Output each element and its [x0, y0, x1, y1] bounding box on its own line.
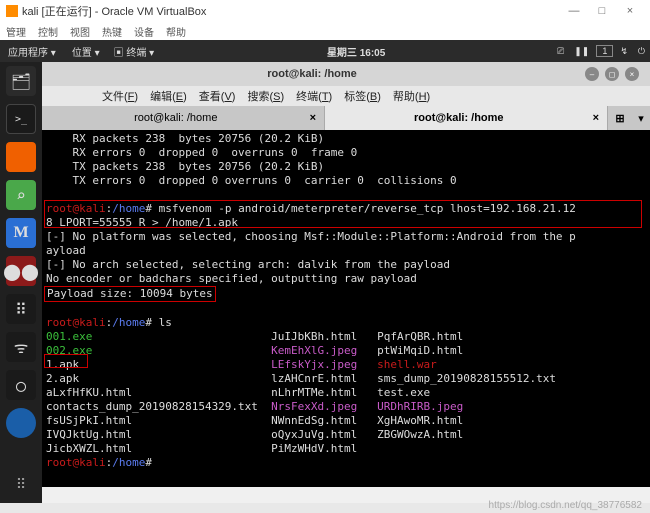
vbox-min-button[interactable]: — — [560, 5, 588, 17]
vbox-icon — [6, 5, 18, 17]
wireless-icon[interactable]: ᯤ — [6, 332, 36, 362]
tray-icon-2[interactable]: ❚❚ — [570, 46, 593, 57]
terminal-tab-0[interactable]: root@kali: /home× — [42, 106, 325, 130]
workspace-indicator[interactable]: 1 — [596, 45, 613, 57]
terminal-body[interactable]: RX packets 238 bytes 20756 (20.2 KiB) RX… — [42, 130, 650, 487]
terminal-menu-H[interactable]: 帮助(H) — [393, 88, 430, 104]
vbox-menu-help[interactable]: 帮助 — [166, 24, 186, 39]
clock[interactable]: 星期三 16:05 — [327, 44, 385, 59]
terminal-menu-B[interactable]: 标签(B) — [344, 88, 381, 104]
terminal-title: root@kali: /home — [267, 68, 357, 80]
tab-close-icon[interactable]: × — [310, 112, 316, 124]
vbox-menu-devices[interactable]: 设备 — [134, 24, 154, 39]
terminal-titlebar: root@kali: /home – ◻ × — [42, 62, 650, 86]
cherrytree-icon[interactable]: ⬤⬤ — [6, 256, 36, 286]
kali-topbar: 应用程序 ▾ 位置 ▾ ▣ 终端 ▾ 星期三 16:05 ⎚ ❚❚ 1 ↯ ⏻ — [0, 40, 650, 62]
show-apps-icon[interactable]: ⠿ — [16, 477, 26, 493]
terminal-menu-V[interactable]: 查看(V) — [199, 88, 236, 104]
terminal-menubar: 文件(F) 编辑(E) 查看(V) 搜索(S) 终端(T) 标签(B) 帮助(H) — [42, 86, 650, 106]
files-icon[interactable]: 🗂 — [6, 66, 36, 96]
firefox-icon[interactable] — [6, 142, 36, 172]
terminal-menu[interactable]: ▣ 终端 ▾ — [108, 44, 161, 59]
terminal-menu-E[interactable]: 编辑(E) — [150, 88, 187, 104]
app-icon-3[interactable] — [6, 408, 36, 438]
vbox-menu-manage[interactable]: 管理 — [6, 24, 26, 39]
tab-close-icon[interactable]: × — [593, 112, 599, 124]
places-menu[interactable]: 位置 ▾ — [64, 44, 108, 59]
vbox-menubar: 管理 控制 视图 热键 设备 帮助 — [0, 22, 650, 40]
vbox-titlebar: kali [正在运行] - Oracle VM VirtualBox — □ × — [0, 0, 650, 22]
terminal-tab-1[interactable]: root@kali: /home× — [325, 106, 608, 130]
applications-menu[interactable]: 应用程序 ▾ — [0, 44, 64, 59]
terminal-icon[interactable]: >_ — [6, 104, 36, 134]
terminal-max-button[interactable]: ◻ — [605, 67, 619, 81]
dock: 🗂 >_ ⌕ M ⬤⬤ ⠿ ᯤ ◯ ⠿ — [0, 62, 42, 503]
metasploit-icon[interactable]: M — [6, 218, 36, 248]
new-tab-button[interactable]: ⊞ — [608, 106, 632, 130]
tab-dropdown-button[interactable]: ▾ — [632, 106, 650, 130]
vbox-title: kali [正在运行] - Oracle VM VirtualBox — [22, 3, 206, 19]
tray-icon-3[interactable]: ↯ — [616, 46, 632, 57]
watermark: https://blog.csdn.net/qq_38776582 — [489, 500, 642, 511]
tray-icon-1[interactable]: ⎚ — [553, 46, 568, 57]
app-icon-1[interactable]: ⠿ — [6, 294, 36, 324]
terminal-menu-T[interactable]: 终端(T) — [296, 88, 332, 104]
vbox-menu-view[interactable]: 视图 — [70, 24, 90, 39]
vbox-menu-hotkey[interactable]: 热键 — [102, 24, 122, 39]
vbox-menu-control[interactable]: 控制 — [38, 24, 58, 39]
vbox-close-button[interactable]: × — [616, 5, 644, 17]
power-button[interactable]: ⏻ — [634, 46, 649, 57]
zenmap-icon[interactable]: ⌕ — [6, 180, 36, 210]
app-icon-2[interactable]: ◯ — [6, 370, 36, 400]
terminal-close-button[interactable]: × — [625, 67, 639, 81]
terminal-min-button[interactable]: – — [585, 67, 599, 81]
terminal-menu-F[interactable]: 文件(F) — [102, 88, 138, 104]
vbox-max-button[interactable]: □ — [588, 5, 616, 17]
terminal-tabs: root@kali: /home×root@kali: /home×⊞▾ — [42, 106, 650, 130]
terminal-menu-S[interactable]: 搜索(S) — [247, 88, 284, 104]
